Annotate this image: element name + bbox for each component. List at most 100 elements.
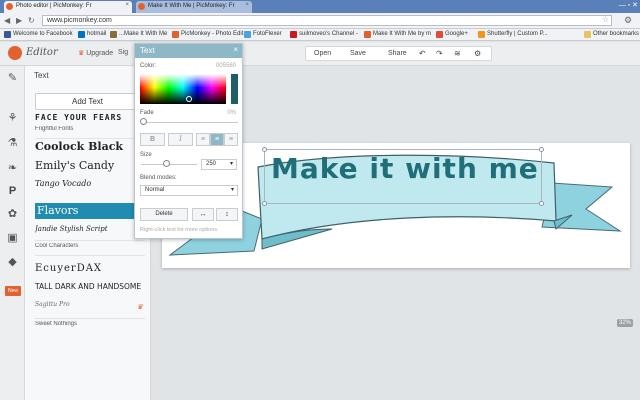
open-button[interactable]: Open (314, 50, 331, 57)
crown-icon: ♛ (78, 50, 85, 57)
font-item[interactable]: FACE YOUR FEARS (35, 113, 147, 123)
font-item[interactable]: Coolock Black♛ (35, 140, 147, 154)
facebook-icon (4, 31, 11, 38)
resize-handle[interactable] (262, 147, 267, 152)
resize-handle[interactable] (262, 201, 267, 206)
flip-horizontal-icon[interactable]: ↔ (192, 208, 214, 221)
layers-icon[interactable]: ≋ (454, 49, 461, 58)
bookmark-picmonkey[interactable]: PicMonkey - Photo Edit (172, 31, 243, 38)
undo-icon[interactable]: ↶ (419, 49, 426, 58)
bold-button[interactable]: B (140, 133, 165, 146)
google-plus-icon (436, 31, 443, 38)
close-icon[interactable]: × (233, 45, 238, 54)
color-hex-value[interactable]: 005560 (216, 63, 236, 69)
editor-toolbar: Open Save Share ↶ ↷ ≋ ⚙ (305, 46, 492, 61)
settings-gear-icon[interactable]: ⚙ (474, 49, 481, 58)
italic-button[interactable]: I (168, 133, 193, 146)
fade-slider-track[interactable] (142, 122, 238, 123)
upgrade-link[interactable]: ♛ Upgrade (78, 49, 113, 57)
text-tool-icon[interactable]: P (6, 185, 19, 198)
bookmark-youtube[interactable]: suilmoveo's Channel - (290, 31, 358, 38)
save-button[interactable]: Save (350, 50, 366, 57)
font-item[interactable]: Tango Vocado♛ (35, 179, 147, 191)
touch-up-icon[interactable]: ⚘ (6, 112, 19, 125)
bookmark-facebook[interactable]: Welcome to Facebook (4, 31, 73, 38)
blend-modes-label: Blend modes: (140, 175, 177, 181)
text-selection-box[interactable]: Make it with me (262, 147, 544, 206)
tool-icon-rail: ✎ ⚘ ⚗ ❧ P ✿ ▣ ◆ New (0, 66, 25, 400)
font-item[interactable]: Sagittu Pro ♛ (35, 301, 147, 313)
font-item[interactable]: Emily's Candy (35, 159, 147, 173)
chevron-down-icon[interactable]: ▾ (231, 186, 234, 195)
browser-tab-photo-editor[interactable]: Photo editor | PicMonkey: Fr × (4, 1, 132, 13)
bookmark-star-icon[interactable]: ☆ (602, 15, 609, 24)
basic-edits-icon[interactable]: ✎ (6, 72, 19, 85)
new-badge[interactable]: New (5, 286, 21, 296)
color-spectrum-picker[interactable] (140, 74, 226, 104)
size-slider-knob[interactable] (163, 160, 170, 167)
color-swatch[interactable] (231, 74, 238, 104)
bookmark-make-it-with-me-2[interactable]: Make It With Me by m (364, 31, 431, 38)
bookmark-other[interactable]: Other bookmarks (584, 31, 639, 38)
share-button[interactable]: Share (388, 50, 407, 57)
tab-label: Photo editor | PicMonkey: Fr (16, 3, 92, 9)
browser-tab-make-it-with-me[interactable]: Make It With Me | PicMonkey: Fr × (136, 1, 252, 13)
size-input[interactable]: 250 ▾ (201, 159, 237, 170)
size-label: Size (140, 152, 152, 158)
blend-mode-select[interactable]: Normal ▾ (140, 185, 238, 196)
url-input[interactable]: www.picmonkey.com (42, 15, 612, 26)
dialog-header[interactable]: Text × (135, 44, 242, 58)
align-left-icon[interactable]: ≡ (196, 133, 210, 146)
redo-icon[interactable]: ↷ (436, 49, 443, 58)
picmonkey-logo-icon[interactable] (8, 46, 22, 60)
close-icon[interactable]: × (125, 2, 129, 8)
crown-icon: ♛ (136, 303, 143, 311)
resize-handle[interactable] (539, 147, 544, 152)
forward-icon[interactable]: ▶ (16, 16, 22, 25)
font-group-header: Frightful Fonts (35, 126, 74, 132)
color-label: Color: (140, 63, 157, 69)
font-item[interactable]: TALL DARK AND HANDSOME (35, 282, 147, 294)
fade-slider-knob[interactable] (140, 118, 147, 125)
font-group-header: Sweet Nothings (35, 321, 78, 327)
signin-link[interactable]: Sig (118, 49, 128, 56)
divider (35, 255, 145, 256)
zoom-level[interactable]: 32% (616, 319, 633, 327)
wrench-icon[interactable]: ⚙ (624, 15, 632, 26)
bookmark-make-it-with-me[interactable]: ...Make It With Me (110, 31, 167, 38)
hotmail-icon (78, 31, 85, 38)
format-buttons: B I ≡ ≡ ≡ (140, 133, 238, 146)
window-controls[interactable]: — ▫ ✕ (619, 1, 638, 9)
flip-vertical-icon[interactable]: ↕ (216, 208, 238, 221)
bookmark-google-plus[interactable]: Google+ (436, 31, 468, 38)
font-item-selected[interactable]: Flavors (35, 203, 147, 219)
font-item[interactable]: Jandie Stylish Script♛ (35, 225, 147, 237)
resize-handle[interactable] (539, 201, 544, 206)
textures-icon[interactable]: ✿ (6, 208, 19, 221)
font-item[interactable]: EcuyerDAX (35, 263, 147, 277)
delete-button[interactable]: Delete (140, 208, 188, 221)
shutterfly-icon (478, 31, 485, 38)
effects-icon[interactable]: ⚗ (6, 137, 19, 150)
align-right-icon[interactable]: ≡ (224, 133, 238, 146)
address-bar-row: ◀ ▶ ↻ www.picmonkey.com ☆ ⚙ (0, 13, 640, 29)
overlays-icon[interactable]: ❧ (6, 162, 19, 175)
align-center-icon[interactable]: ≡ (210, 133, 224, 146)
font-list[interactable]: FACE YOUR FEARS Frightful Fonts Coolock … (35, 113, 147, 400)
back-icon[interactable]: ◀ (4, 16, 10, 25)
add-text-button[interactable]: Add Text (35, 93, 140, 110)
reload-icon[interactable]: ↻ (28, 16, 35, 25)
bookmark-fotoflexer[interactable]: FotoFlexer (244, 31, 282, 38)
blog-icon (110, 31, 117, 38)
font-group-header: Cool Characters (35, 243, 79, 249)
close-icon[interactable]: × (245, 2, 249, 8)
chevron-down-icon[interactable]: ▾ (230, 160, 233, 169)
frames-icon[interactable]: ▣ (6, 232, 19, 245)
fotoflexer-icon (244, 31, 251, 38)
color-picker-cursor[interactable] (186, 96, 192, 102)
bookmark-shutterfly[interactable]: Shutterfly | Custom P... (478, 31, 548, 38)
bookmark-hotmail[interactable]: hotmail (78, 31, 106, 38)
themes-icon[interactable]: ◆ (6, 256, 19, 269)
canvas-text[interactable]: Make it with me (271, 152, 539, 185)
picmonkey-favicon-icon (6, 3, 13, 10)
